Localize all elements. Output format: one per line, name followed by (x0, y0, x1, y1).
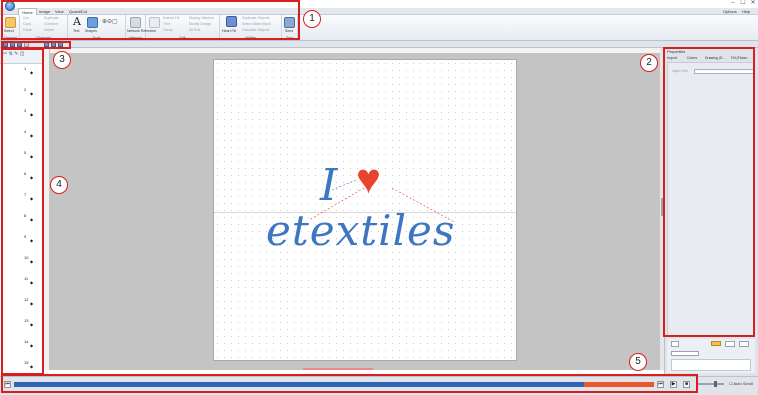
auto-scroll-label: Auto Scroll (733, 381, 753, 386)
callout-box-playback (1, 374, 698, 393)
stitch-jump-lines (308, 179, 455, 223)
callout-badge-1: 1 (303, 10, 321, 28)
callout-box-properties (663, 47, 755, 337)
folder-icon[interactable] (711, 341, 721, 346)
footer-button-a[interactable] (671, 341, 679, 347)
footer-input[interactable] (671, 351, 699, 356)
properties-footer (667, 339, 755, 373)
footer-preview-box (671, 359, 751, 371)
help-menu[interactable]: Help (742, 8, 750, 15)
callout-badge-4: 4 (50, 176, 68, 194)
callout-badge-5: 5 (629, 353, 647, 371)
design-hoop-sheet[interactable]: I ♥ etextiles (214, 60, 516, 360)
maximize-button[interactable]: ☐ (738, 0, 748, 7)
callout-box-object-list (1, 48, 44, 375)
footer-button-c[interactable] (739, 341, 749, 347)
quick-toolbar (0, 41, 758, 48)
callout-box-ribbon (1, 0, 300, 40)
footer-button-b[interactable] (725, 341, 735, 347)
minimize-button[interactable]: – (728, 0, 738, 7)
close-button[interactable]: ✕ (748, 0, 758, 7)
speed-slider[interactable] (698, 381, 724, 387)
horizontal-scroll-thumb[interactable] (303, 368, 373, 370)
callout-badge-3: 3 (53, 51, 71, 69)
options-menu[interactable]: Options (723, 8, 737, 15)
callout-badge-2: 2 (640, 54, 658, 72)
auto-scroll-checkbox[interactable]: ☐ Auto Scroll (729, 381, 753, 386)
